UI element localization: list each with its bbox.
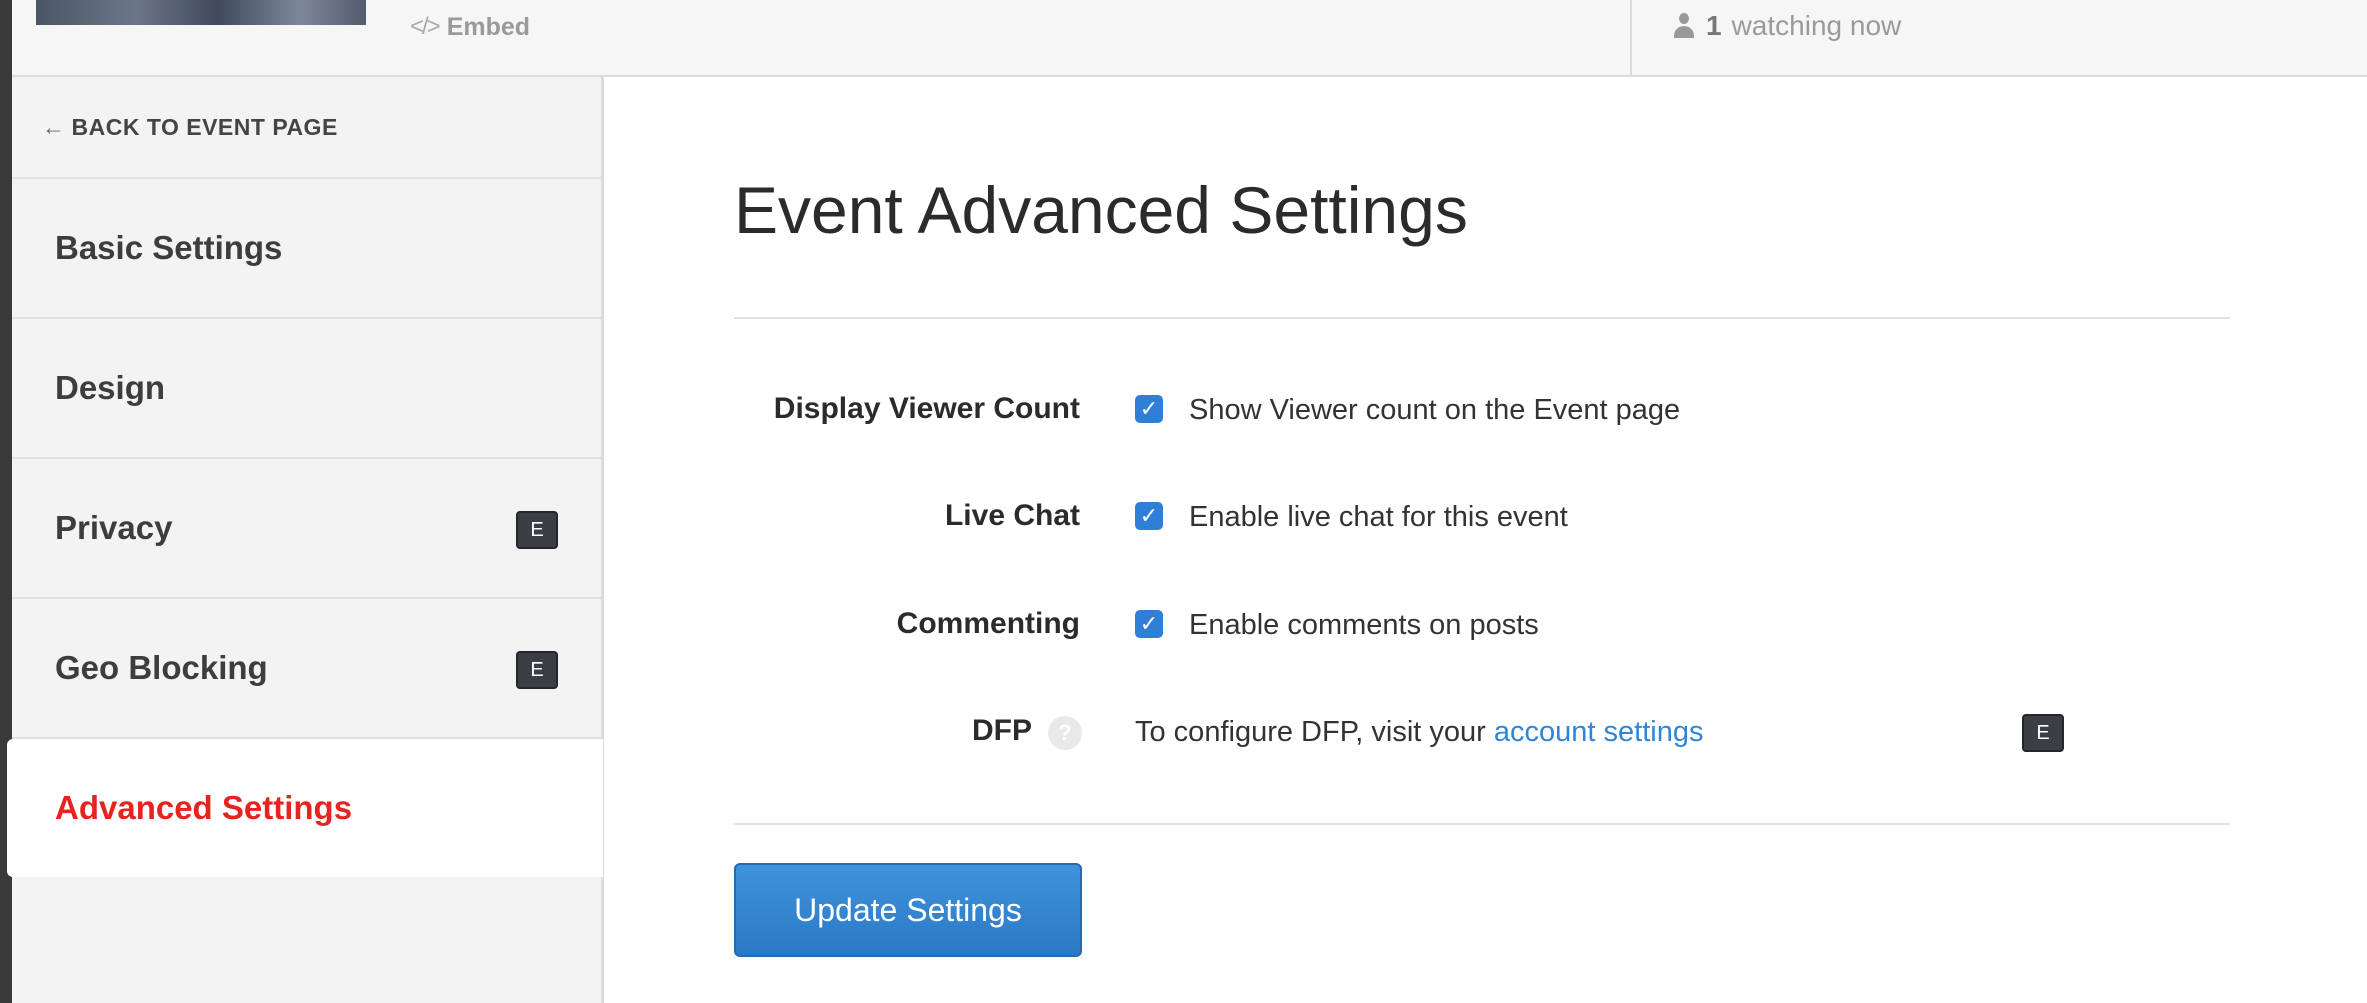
enterprise-badge: E — [2022, 714, 2064, 752]
commenting-checkbox[interactable]: ✓ — [1135, 610, 1163, 638]
app-frame: </> Embed 1 watching now ← BACK TO EVENT… — [7, 0, 2367, 1003]
enterprise-badge: E — [516, 511, 558, 549]
event-header-bar: </> Embed 1 watching now — [12, 0, 2367, 77]
embed-label: Embed — [446, 12, 531, 41]
dfp-description: To configure DFP, visit your account set… — [1135, 716, 1703, 749]
form-divider — [734, 823, 2230, 825]
setting-description: Enable live chat for this event — [1189, 501, 1568, 533]
title-divider — [734, 317, 2230, 319]
sidebar-item-label: Advanced Settings — [55, 789, 353, 826]
live-chat-checkbox[interactable]: ✓ — [1135, 502, 1163, 530]
code-icon: </> — [410, 13, 441, 40]
setting-row-dfp: DFP ? To configure DFP, visit your accou… — [604, 712, 2367, 752]
sidebar-item-label: Geo Blocking — [55, 649, 268, 686]
sidebar-item-privacy[interactable]: Privacy E — [12, 459, 601, 599]
sidebar-item-label: Design — [55, 369, 166, 406]
account-settings-link[interactable]: account settings — [1494, 716, 1704, 748]
sidebar-item-geo-blocking[interactable]: Geo Blocking E — [12, 599, 601, 739]
embed-button[interactable]: </> Embed — [410, 12, 530, 42]
back-to-event-link[interactable]: ← BACK TO EVENT PAGE — [12, 77, 601, 179]
event-thumbnail[interactable] — [36, 0, 366, 25]
setting-label: Live Chat — [944, 499, 1080, 532]
setting-label: DFP — [972, 714, 1032, 747]
viewer-count: 1 watching now — [1672, 10, 1901, 42]
update-settings-button[interactable]: Update Settings — [734, 863, 1082, 957]
display-viewer-count-checkbox[interactable]: ✓ — [1135, 395, 1163, 423]
enterprise-badge: E — [516, 651, 558, 689]
setting-description: Show Viewer count on the Event page — [1189, 394, 1681, 426]
back-arrow-icon: ← — [42, 113, 66, 140]
sidebar-item-design[interactable]: Design — [12, 319, 601, 459]
setting-row-display-viewer-count: Display Viewer Count ✓ Show Viewer count… — [604, 390, 2367, 430]
settings-content: Event Advanced Settings Display Viewer C… — [604, 77, 2367, 1003]
page-title: Event Advanced Settings — [734, 173, 1468, 247]
viewer-count-panel: 1 watching now — [1630, 0, 2367, 75]
setting-label: Commenting — [896, 607, 1080, 640]
setting-description: Enable comments on posts — [1189, 609, 1539, 641]
setting-row-live-chat: Live Chat ✓ Enable live chat for this ev… — [604, 497, 2367, 537]
setting-row-commenting: Commenting ✓ Enable comments on posts — [604, 605, 2367, 645]
back-link-label: BACK TO EVENT PAGE — [71, 113, 338, 140]
sidebar-item-advanced-settings[interactable]: Advanced Settings — [7, 739, 603, 877]
viewer-count-label: watching now — [1731, 10, 1902, 41]
sidebar-item-label: Basic Settings — [55, 229, 283, 266]
setting-label: Display Viewer Count — [773, 392, 1080, 425]
person-icon — [1672, 13, 1696, 39]
sidebar-item-basic-settings[interactable]: Basic Settings — [12, 179, 601, 319]
settings-sidebar: ← BACK TO EVENT PAGE Basic Settings Desi… — [7, 77, 604, 1003]
dfp-description-text: To configure DFP, visit your — [1135, 716, 1486, 748]
help-icon[interactable]: ? — [1048, 716, 1082, 750]
viewer-count-number: 1 — [1706, 10, 1722, 41]
sidebar-item-label: Privacy — [55, 509, 173, 546]
